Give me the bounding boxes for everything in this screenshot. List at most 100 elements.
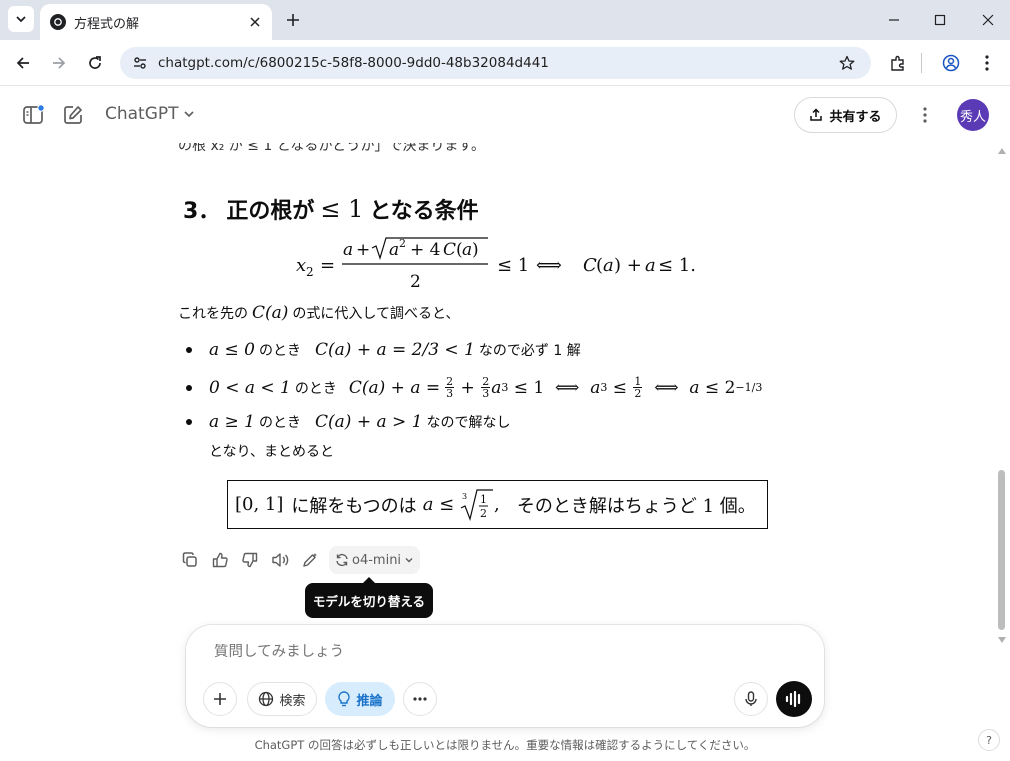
dictate-button[interactable] bbox=[734, 682, 768, 716]
maximize-icon bbox=[934, 14, 946, 26]
svg-text:a: a bbox=[603, 255, 614, 276]
maximize-button[interactable] bbox=[926, 8, 954, 32]
thumbs-down-button[interactable] bbox=[235, 547, 265, 573]
search-label: 検索 bbox=[279, 693, 306, 709]
read-aloud-button[interactable] bbox=[265, 547, 295, 573]
bullet-expression: C(a) + a > 1 bbox=[315, 412, 423, 432]
reload-button[interactable] bbox=[83, 51, 107, 75]
section-title-math: ≤ 1 bbox=[320, 195, 364, 223]
thumbs-up-button[interactable] bbox=[205, 547, 235, 573]
prompt-input[interactable] bbox=[214, 644, 734, 660]
globe-icon bbox=[259, 691, 274, 707]
more-tools-button[interactable] bbox=[403, 682, 437, 716]
svg-text:2: 2 bbox=[399, 237, 406, 250]
chevron-down-icon bbox=[16, 16, 26, 23]
bullet-condition: a ≤ 0 bbox=[209, 340, 256, 360]
svg-text:a: a bbox=[645, 255, 656, 276]
svg-text:a: a bbox=[343, 240, 353, 260]
window-close-button[interactable] bbox=[974, 8, 1002, 32]
list-item: 0 < a < 1 のとき C(a) + a = 23 + 23 a3 ≤ 1 … bbox=[186, 376, 762, 399]
site-settings-icon[interactable] bbox=[131, 54, 149, 72]
section-title-pre: 正の根が bbox=[226, 199, 315, 224]
search-button[interactable]: 検索 bbox=[247, 682, 317, 716]
address-bar[interactable]: chatgpt.com/c/6800215c-58f8-8000-9dd0-48… bbox=[120, 47, 871, 79]
scrollbar-thumb[interactable] bbox=[998, 470, 1005, 630]
paragraph-math: C(a) bbox=[252, 303, 289, 323]
model-selector[interactable]: ChatGPT bbox=[105, 104, 195, 124]
pen-sparkle-icon bbox=[303, 553, 317, 567]
edit-canvas-button[interactable] bbox=[295, 547, 325, 573]
browser-menu-button[interactable] bbox=[975, 51, 999, 75]
svg-text:C: C bbox=[583, 255, 597, 276]
bookmark-button[interactable] bbox=[837, 53, 857, 73]
share-button[interactable]: 共有する bbox=[794, 97, 897, 133]
sidebar-toggle-button[interactable] bbox=[21, 103, 45, 127]
attach-button[interactable] bbox=[203, 682, 237, 716]
url-text[interactable]: chatgpt.com/c/6800215c-58f8-8000-9dd0-48… bbox=[158, 55, 549, 71]
svg-text:3: 3 bbox=[462, 492, 467, 501]
browser-tab-bar: 方程式の解 bbox=[0, 0, 1010, 40]
browser-toolbar: chatgpt.com/c/6800215c-58f8-8000-9dd0-48… bbox=[0, 40, 1010, 86]
new-chat-button[interactable] bbox=[61, 103, 85, 127]
plus-icon bbox=[214, 693, 226, 705]
tab-close-button[interactable] bbox=[246, 13, 264, 31]
boxed-interval: [0, 1] bbox=[235, 494, 284, 515]
boxed-mid-text: に解をもつのは bbox=[291, 495, 417, 517]
edit-icon bbox=[64, 106, 82, 124]
section-title-post: となる条件 bbox=[369, 199, 479, 224]
bullet-condition: a ≥ 1 bbox=[209, 412, 256, 432]
profile-button[interactable] bbox=[939, 51, 963, 75]
minimize-button[interactable] bbox=[880, 8, 908, 32]
more-vertical-icon bbox=[923, 107, 927, 123]
svg-text:≤ 1.: ≤ 1. bbox=[658, 255, 696, 276]
sidebar-icon bbox=[23, 104, 44, 124]
svg-text:2: 2 bbox=[480, 507, 487, 520]
new-tab-button[interactable] bbox=[282, 9, 304, 31]
voice-mode-button[interactable] bbox=[776, 681, 812, 717]
extensions-button[interactable] bbox=[886, 51, 910, 75]
star-icon bbox=[839, 55, 855, 70]
boxed-post-text: そのとき解はちょうど 1 個。 bbox=[516, 495, 756, 517]
model-switch-button[interactable]: o4-mini bbox=[329, 546, 421, 574]
reason-label: 推論 bbox=[356, 693, 383, 709]
arrow-left-icon bbox=[16, 57, 29, 69]
help-button[interactable]: ? bbox=[978, 729, 1000, 751]
more-horizontal-icon bbox=[413, 697, 427, 701]
tab-search-button[interactable] bbox=[8, 6, 34, 32]
svg-text:a: a bbox=[462, 240, 472, 260]
message-composer: 検索 推論 bbox=[186, 625, 824, 727]
refresh-icon bbox=[336, 553, 348, 567]
more-vertical-icon bbox=[985, 55, 989, 71]
svg-text:+ 4: + 4 bbox=[410, 240, 440, 260]
svg-text:2: 2 bbox=[410, 272, 421, 292]
browser-tab[interactable]: 方程式の解 bbox=[40, 4, 272, 40]
minimize-icon bbox=[889, 19, 899, 21]
scroll-down-arrow[interactable] bbox=[997, 636, 1007, 644]
waveform-icon bbox=[785, 691, 801, 707]
share-icon bbox=[810, 108, 823, 121]
bullet-mid: のとき bbox=[294, 380, 337, 397]
model-switch-tooltip: モデルを切り替える bbox=[305, 577, 433, 618]
partial-text-line: の根 x₂ が ≤ 1 となるかどうか」で決まります。 bbox=[178, 143, 485, 154]
share-label: 共有する bbox=[829, 109, 882, 125]
speaker-icon bbox=[272, 553, 289, 567]
summary-lead-text: となり、まとめると bbox=[209, 444, 335, 460]
triangle-down-icon bbox=[998, 637, 1006, 643]
plus-icon bbox=[287, 14, 299, 26]
chevron-down-icon bbox=[405, 558, 413, 563]
boxed-result: [0, 1] に解をもつのは a ≤ 3 1 2 , そのとき解はちょうど 1 … bbox=[227, 480, 768, 529]
copy-button[interactable] bbox=[175, 547, 205, 573]
svg-text:a: a bbox=[389, 240, 399, 260]
forward-button[interactable] bbox=[47, 51, 71, 75]
back-button[interactable] bbox=[11, 51, 35, 75]
chatgpt-favicon-icon bbox=[50, 14, 66, 30]
svg-text:≤ 1: ≤ 1 bbox=[497, 255, 529, 276]
reason-button[interactable]: 推論 bbox=[325, 682, 395, 716]
svg-text:1: 1 bbox=[480, 493, 487, 506]
scroll-up-arrow[interactable] bbox=[997, 147, 1007, 155]
model-name-label: ChatGPT bbox=[105, 104, 179, 124]
list-item: a ≤ 0 のとき C(a) + a = 2/3 < 1 なので必ず 1 解 bbox=[186, 340, 581, 360]
copy-icon bbox=[182, 552, 197, 567]
avatar[interactable]: 秀人 bbox=[957, 99, 989, 131]
conversation-menu-button[interactable] bbox=[913, 103, 937, 127]
